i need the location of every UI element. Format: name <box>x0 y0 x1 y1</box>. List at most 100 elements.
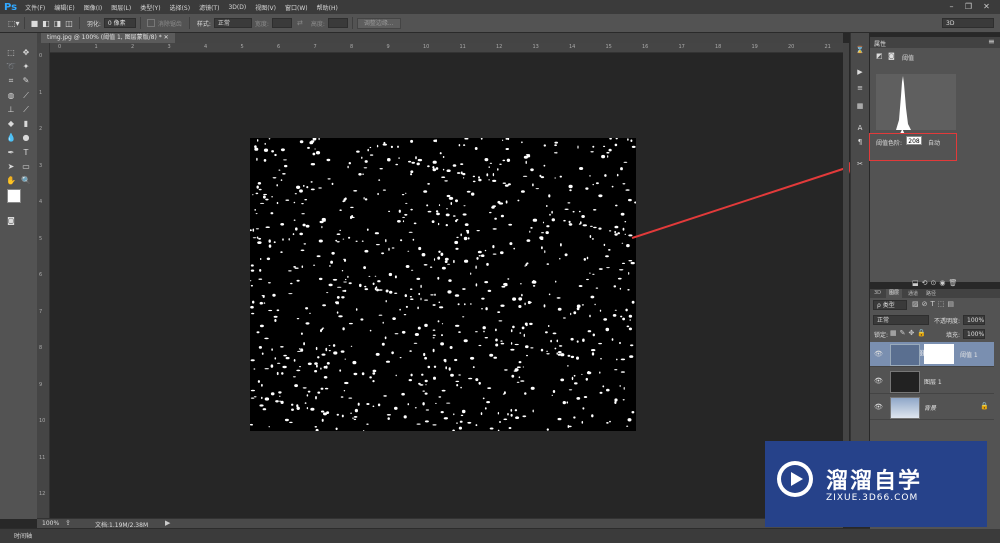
intersect-selection-icon[interactable]: ◫ <box>65 19 73 28</box>
tab-paths[interactable]: 路径 <box>926 290 936 297</box>
export-icon[interactable]: ⇪ <box>65 519 71 527</box>
path-selection-icon[interactable]: ➤ <box>4 161 18 172</box>
ruler-tick-label: 13 <box>532 44 539 50</box>
layer-name: 图层 1 <box>924 379 942 386</box>
antialias-checkbox[interactable] <box>146 19 155 27</box>
opacity-input[interactable]: 100% <box>963 315 985 325</box>
menu-filter[interactable]: 滤镜(T) <box>199 3 219 12</box>
styles-panel-icon[interactable]: ▦ <box>854 101 866 111</box>
healing-brush-icon[interactable]: ◍ <box>4 90 18 101</box>
height-input[interactable] <box>327 18 348 28</box>
type-tool-icon[interactable]: T <box>19 147 33 158</box>
layer-row-background[interactable]: 👁 背景 🔒 <box>870 395 994 420</box>
menu-3d[interactable]: 3D(D) <box>228 4 246 11</box>
adjust-panel-icon[interactable]: ≡ <box>854 83 866 93</box>
restore-icon[interactable]: ❐ <box>963 2 974 11</box>
dodge-tool-icon[interactable]: ● <box>19 132 33 143</box>
hand-tool-icon[interactable]: ✋ <box>4 175 18 186</box>
width-input[interactable] <box>271 18 292 28</box>
ruler-tick-label: 3 <box>167 44 171 50</box>
menu-image[interactable]: 图像(I) <box>84 3 102 12</box>
ruler-tick-label: 11 <box>459 44 466 50</box>
menu-window[interactable]: 窗口(W) <box>285 3 308 12</box>
tools-panel: ⬚ ✥ ➰ ✦ ⌗ ✎ ◍ ⟋ ⊥ ⟋ ◆ ▮ 💧 ● ✒ T ➤ ▭ ✋ 🔍 … <box>0 33 38 519</box>
height-label: 高度: <box>310 20 325 28</box>
status-menu-icon[interactable]: ▶ <box>165 519 170 527</box>
properties-title[interactable]: 属性 <box>874 39 886 48</box>
magic-wand-icon[interactable]: ✦ <box>19 61 33 72</box>
layer-row-layer1[interactable]: 👁 图层 1 <box>870 369 994 394</box>
menu-file[interactable]: 文件(F) <box>25 3 45 12</box>
move-tool-icon[interactable]: ✥ <box>19 47 33 58</box>
ruler-tick-label: 12 <box>496 44 503 50</box>
ruler-tick-label: 2 <box>39 126 43 132</box>
minimize-icon[interactable]: – <box>946 2 957 11</box>
zoom-level[interactable]: 100% <box>42 520 59 527</box>
actions-panel-icon[interactable]: ▶ <box>854 67 866 77</box>
visibility-eye-icon[interactable]: 👁 <box>874 350 883 358</box>
visibility-eye-icon[interactable]: 👁 <box>874 403 883 411</box>
options-bar: ⬚▾ ■ ◧ ◨ ◫ 羽化: 0 像素 消除锯齿 样式: 正常 宽度: ⇄ 高度… <box>0 14 1000 33</box>
marquee-tool-preset-icon[interactable]: ⬚▾ <box>8 19 20 28</box>
feather-input[interactable]: 0 像素 <box>103 18 136 28</box>
brush-tool-icon[interactable]: ⟋ <box>19 90 33 101</box>
layer-kind-filter[interactable]: ρ 类型 <box>873 300 907 310</box>
layer-mask-thumbnail[interactable] <box>924 344 954 364</box>
menu-type[interactable]: 类型(Y) <box>140 3 160 12</box>
quick-mask-icon[interactable]: ◙ <box>4 215 18 226</box>
zoom-tool-icon[interactable]: 🔍 <box>19 175 33 186</box>
add-selection-icon[interactable]: ◧ <box>42 19 50 28</box>
tab-layers[interactable]: 图层 <box>886 289 903 298</box>
menu-view[interactable]: 视图(V) <box>255 3 276 12</box>
timeline-label[interactable]: 时间轴 <box>14 531 32 540</box>
watermark-title: 溜溜自学 <box>826 469 923 494</box>
pen-tool-icon[interactable]: ✒ <box>4 147 18 158</box>
tool-presets-icon[interactable]: ✂ <box>854 159 866 169</box>
opacity-label: 不透明度: <box>934 318 961 325</box>
tab-3d[interactable]: 3D <box>874 290 881 296</box>
lasso-tool-icon[interactable]: ➰ <box>4 61 18 72</box>
ruler-tick-label: 10 <box>423 44 430 50</box>
subtract-selection-icon[interactable]: ◨ <box>54 19 62 28</box>
gradient-tool-icon[interactable]: ▮ <box>19 118 33 129</box>
close-icon[interactable]: ✕ <box>981 2 992 11</box>
close-tab-icon[interactable]: ✕ <box>164 34 169 41</box>
refine-edge-button[interactable]: 调整边缘... <box>356 17 401 29</box>
clone-stamp-icon[interactable]: ⊥ <box>4 104 18 115</box>
adjustment-name: 阈值 <box>902 55 915 62</box>
lock-icons[interactable]: ▦✎✥🔒 <box>890 329 929 337</box>
document-tab[interactable]: timg.jpg @ 100% (阈值 1, 图层蒙版/8) * ✕ <box>41 33 175 43</box>
rectangle-tool-icon[interactable]: ▭ <box>19 161 33 172</box>
menu-edit[interactable]: 编辑(E) <box>54 3 74 12</box>
menu-bar: Ps 文件(F) 编辑(E) 图像(I) 图层(L) 类型(Y) 选择(S) 滤… <box>0 0 1000 14</box>
panel-menu-icon[interactable]: ≡ <box>988 37 995 46</box>
blend-mode-select[interactable]: 正常 <box>873 315 929 325</box>
tab-channels[interactable]: 通道 <box>908 290 918 297</box>
menu-help[interactable]: 帮助(H) <box>317 3 338 12</box>
fill-input[interactable]: 100% <box>963 329 985 339</box>
blur-tool-icon[interactable]: 💧 <box>4 132 18 143</box>
crop-tool-icon[interactable]: ⌗ <box>4 75 18 86</box>
history-brush-icon[interactable]: ⟋ <box>19 104 33 115</box>
eraser-tool-icon[interactable]: ◆ <box>4 118 18 129</box>
style-select[interactable]: 正常 <box>213 18 252 28</box>
background-thumbnail <box>890 397 920 419</box>
character-panel-icon[interactable]: A <box>854 123 866 133</box>
paragraph-panel-icon[interactable]: ¶ <box>854 137 866 147</box>
eyedropper-icon[interactable]: ✎ <box>19 75 33 86</box>
workspace-select[interactable]: 3D <box>942 18 994 28</box>
swap-icon[interactable]: ⇄ <box>297 19 303 27</box>
layer-filter-icons[interactable]: ▨⊘T⬚▤ <box>912 300 957 308</box>
ruler-tick-label: 5 <box>39 235 43 242</box>
menu-layer[interactable]: 图层(L) <box>111 3 131 12</box>
mask-icon[interactable]: ◙ <box>888 52 895 60</box>
marquee-tool-icon[interactable]: ⬚ <box>4 47 18 58</box>
menu-select[interactable]: 选择(S) <box>170 3 191 12</box>
history-panel-icon[interactable]: ⌛ <box>854 45 866 55</box>
layer-row-threshold[interactable]: 👁 ⛓ 阈值 1 <box>870 342 994 367</box>
foreground-color-swatch[interactable] <box>7 189 21 203</box>
document-canvas[interactable] <box>248 136 637 433</box>
properties-footer-icons[interactable]: ⬓⟲⊙◉🗑 <box>912 279 998 287</box>
visibility-eye-icon[interactable]: 👁 <box>874 377 883 385</box>
new-selection-icon[interactable]: ■ <box>31 19 39 28</box>
